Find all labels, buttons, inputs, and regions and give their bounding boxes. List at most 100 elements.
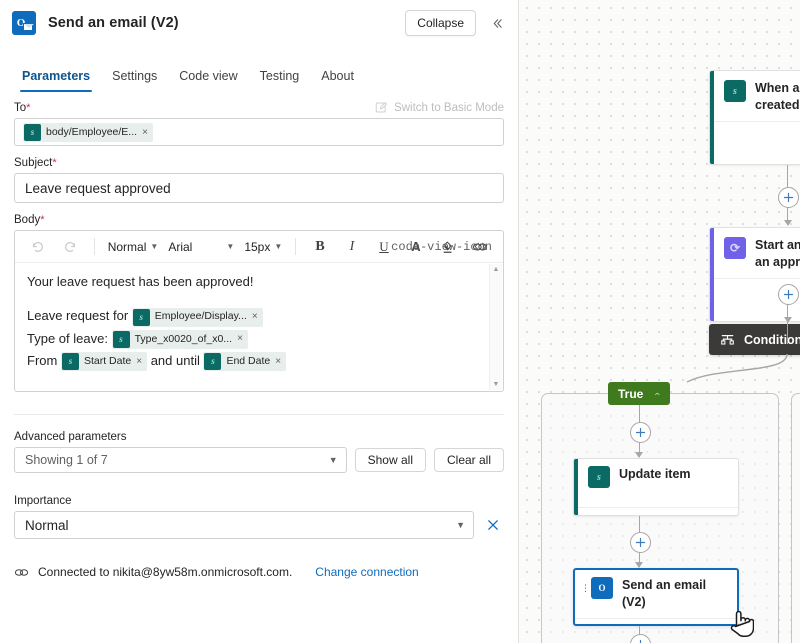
sharepoint-icon: s <box>132 308 150 326</box>
tab-testing[interactable]: Testing <box>250 65 310 92</box>
token-remove-icon[interactable]: × <box>237 331 243 348</box>
sharepoint-icon: s <box>204 353 222 371</box>
add-step-button-4[interactable] <box>630 532 651 553</box>
outlook-icon: O <box>591 577 613 599</box>
add-step-button-3[interactable] <box>630 422 651 443</box>
node-accent-bar <box>710 228 714 321</box>
condition-icon <box>721 334 734 345</box>
chevron-down-icon: ▼ <box>226 242 235 251</box>
flow-node-send-email[interactable]: ⋮ O Send an email (V2) <box>573 568 739 626</box>
tab-about[interactable]: About <box>311 65 364 92</box>
importance-select[interactable]: Normal ▼ <box>14 511 474 539</box>
to-input[interactable]: s body/Employee/E... × <box>14 118 504 146</box>
advanced-parameters-select[interactable]: Showing 1 of 7 ▼ <box>14 447 347 473</box>
branch-label-true[interactable]: True <box>608 382 670 405</box>
outlook-icon: O <box>12 11 36 35</box>
advanced-parameters-label: Advanced parameters <box>14 431 127 443</box>
tab-parameters[interactable]: Parameters <box>12 65 100 92</box>
flow-connector <box>787 322 789 344</box>
clear-all-button[interactable]: Clear all <box>433 448 504 472</box>
token-remove-icon[interactable]: × <box>275 354 281 371</box>
flow-node-update-item[interactable]: s Update item <box>573 458 739 516</box>
toolbar-divider <box>94 238 95 255</box>
bold-button[interactable]: B <box>305 236 335 258</box>
body-paragraph-2: Leave request for s Employee/Display... × … <box>27 305 491 372</box>
flow-canvas[interactable]: s When an item is created ⟳ Start and wa… <box>519 0 800 643</box>
flow-arrow <box>635 562 643 568</box>
body-line1-prefix: Leave request for <box>27 308 132 324</box>
importance-label: Importance <box>14 495 72 507</box>
tab-code-view[interactable]: Code view <box>169 65 247 92</box>
node-more-options-icon[interactable]: ⋮ <box>581 584 590 593</box>
node-title: Update item <box>619 467 691 481</box>
body-line-3: From s Start Date × and until s End Date × <box>27 350 491 372</box>
token-label: body/Employee/E... <box>46 126 138 138</box>
chevron-down-icon: ▼ <box>328 455 338 465</box>
token-remove-icon[interactable]: × <box>252 309 258 326</box>
hand-pointer-cursor <box>730 610 754 637</box>
dynamic-token-to[interactable]: s body/Employee/E... × <box>23 122 153 142</box>
body-scrollbar[interactable]: ▲ ▼ <box>489 264 502 390</box>
body-line3-middle: and until <box>147 353 204 369</box>
approvals-icon: ⟳ <box>724 237 746 259</box>
chevron-double-left-icon[interactable] <box>484 10 510 36</box>
font-family-value: Arial <box>168 239 193 254</box>
flow-arrow <box>783 317 792 323</box>
sharepoint-icon: s <box>24 123 41 141</box>
link-chain-icon <box>715 625 728 626</box>
editor-toolbar: Normal ▼ Arial ▼ 15px ▼ B I U A code-vie… <box>15 231 503 263</box>
node-header: s When an item is created <box>710 71 800 121</box>
italic-button[interactable]: I <box>337 236 367 258</box>
switch-to-basic-mode-button[interactable]: Switch to Basic Mode <box>375 101 504 114</box>
dynamic-token-employee-display[interactable]: s Employee/Display... × <box>131 307 263 327</box>
body-content-area[interactable]: Your leave request has been approved! Le… <box>15 263 503 391</box>
scroll-up-arrow-icon[interactable]: ▲ <box>493 266 500 273</box>
add-step-button-1[interactable] <box>778 187 799 208</box>
change-connection-link[interactable]: Change connection <box>315 565 418 579</box>
sharepoint-icon: s <box>112 330 130 348</box>
field-subject: Subject* Leave request approved <box>14 157 504 203</box>
dynamic-token-start-date[interactable]: s Start Date × <box>60 352 148 372</box>
redo-icon[interactable] <box>55 236 85 258</box>
token-label: Type_x0020_of_x0... <box>134 332 233 345</box>
collapse-button[interactable]: Collapse <box>405 10 476 36</box>
field-advanced-parameters: Advanced parameters Showing 1 of 7 ▼ Sho… <box>14 431 504 473</box>
token-label: Start Date <box>83 355 132 368</box>
subject-label: Subject* <box>14 157 57 169</box>
sharepoint-icon: s <box>724 80 746 102</box>
show-all-button[interactable]: Show all <box>354 448 426 472</box>
flow-arrow <box>783 220 792 226</box>
true-label: True <box>618 386 644 401</box>
panel-header: O Send an email (V2) Collapse <box>0 0 518 46</box>
connection-footer: Connected to nikita@8yw58m.onmicrosoft.c… <box>0 565 518 579</box>
clear-importance-button[interactable] <box>482 514 504 536</box>
sharepoint-icon: s <box>588 466 610 488</box>
chevron-down-icon: ▼ <box>274 242 283 251</box>
node-accent-bar <box>574 459 578 515</box>
token-remove-icon[interactable]: × <box>142 127 148 138</box>
subject-input[interactable]: Leave request approved <box>14 173 504 203</box>
body-line-2: Type of leave: s Type_x0020_of_x0... × <box>27 328 491 349</box>
scroll-down-arrow-icon[interactable]: ▼ <box>493 381 500 388</box>
font-size-dropdown[interactable]: 15px ▼ <box>240 238 286 256</box>
add-step-button-2[interactable] <box>778 284 799 305</box>
undo-icon[interactable] <box>23 236 53 258</box>
dynamic-token-type-of-leave[interactable]: s Type_x0020_of_x0... × <box>111 329 248 349</box>
panel-header-actions: Collapse <box>405 0 510 46</box>
body-line3-prefix: From <box>27 353 61 369</box>
tab-bar: Parameters Settings Code view Testing Ab… <box>0 58 518 92</box>
token-remove-icon[interactable]: × <box>136 354 142 371</box>
font-family-dropdown[interactable]: Arial ▼ <box>164 238 238 256</box>
tab-settings[interactable]: Settings <box>102 65 167 92</box>
edit-pencil-icon <box>375 102 388 113</box>
body-rich-text-editor[interactable]: Normal ▼ Arial ▼ 15px ▼ B I U A code-vie… <box>14 230 504 392</box>
node-title: When an item is created <box>755 81 800 112</box>
paragraph-style-dropdown[interactable]: Normal ▼ <box>104 238 163 256</box>
dynamic-token-end-date[interactable]: s End Date × <box>203 352 287 372</box>
chevron-down-icon: ▼ <box>456 520 465 530</box>
flow-node-trigger[interactable]: s When an item is created <box>709 70 800 165</box>
token-label: Employee/Display... <box>154 310 247 323</box>
code-view-button[interactable] <box>465 236 495 258</box>
node-title: Start and wait for an approval <box>755 238 800 269</box>
flow-arrow <box>635 452 643 458</box>
